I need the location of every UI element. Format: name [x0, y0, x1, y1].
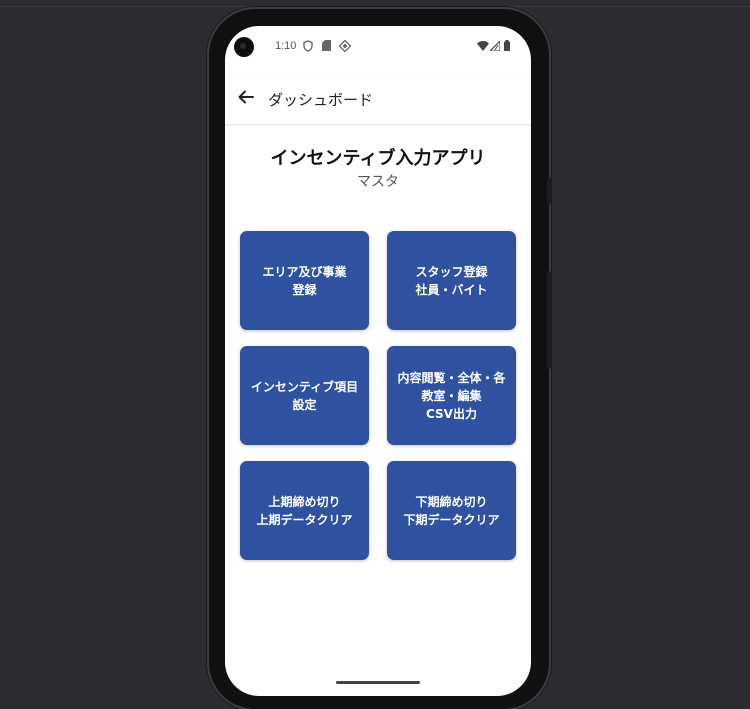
- power-button: [547, 177, 551, 205]
- first-half-close-button[interactable]: 上期締め切り 上期データクリア: [240, 461, 369, 560]
- phone-frame: 1:10 ダッシュボード インセンティブ入力アプリ マスタ エリア及び事業 登録…: [209, 9, 551, 709]
- content-view-csv-output-button[interactable]: 内容閲覧・全体・各 教室・編集 CSV出力: [387, 346, 516, 445]
- cellular-signal-icon: [490, 41, 500, 51]
- window-top-divider: [0, 6, 750, 7]
- page-subtitle: マスタ: [357, 174, 399, 190]
- page-title: インセンティブ入力アプリ: [270, 148, 486, 169]
- data-saver-icon: [339, 40, 351, 52]
- menu-grid: エリア及び事業 登録 スタッフ登録 社員・バイト インセンティブ項目 設定 内容…: [240, 231, 516, 561]
- status-time: 1:10: [275, 40, 297, 52]
- wifi-icon: [477, 41, 489, 51]
- gesture-home-indicator[interactable]: [336, 681, 420, 684]
- volume-button: [547, 271, 551, 369]
- status-bar: 1:10: [225, 26, 531, 64]
- vpn-shield-icon: [303, 40, 313, 52]
- battery-icon: [504, 40, 510, 51]
- app-bar-title: ダッシュボード: [268, 91, 374, 109]
- staff-registration-button[interactable]: スタッフ登録 社員・バイト: [387, 231, 516, 330]
- incentive-item-settings-button[interactable]: インセンティブ項目 設定: [240, 346, 369, 445]
- sd-card-icon: [322, 40, 331, 51]
- area-business-registration-button[interactable]: エリア及び事業 登録: [240, 231, 369, 330]
- arrow-back-icon[interactable]: [237, 88, 255, 106]
- app-bar: ダッシュボード: [225, 74, 531, 125]
- phone-screen: 1:10 ダッシュボード インセンティブ入力アプリ マスタ エリア及び事業 登録…: [225, 26, 531, 696]
- second-half-close-button[interactable]: 下期締め切り 下期データクリア: [387, 461, 516, 560]
- front-camera: [234, 37, 254, 57]
